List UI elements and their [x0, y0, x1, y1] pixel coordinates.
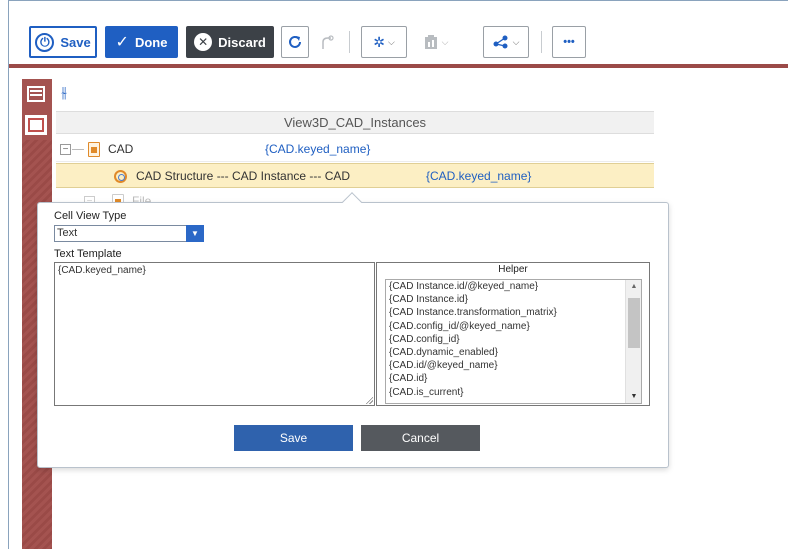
- helper-item[interactable]: {CAD.is_current}: [386, 386, 641, 399]
- redirect-icon: [322, 35, 334, 49]
- chevron-down-icon: ⌵: [512, 36, 520, 47]
- more-button[interactable]: •••: [552, 26, 586, 58]
- cell-view-type-label: Cell View Type: [54, 210, 127, 222]
- helper-item[interactable]: {CAD.id}: [386, 372, 641, 385]
- helper-item[interactable]: {CAD.id/@keyed_name}: [386, 359, 641, 372]
- done-button-label: Done: [134, 34, 168, 50]
- panel-toggle-icon[interactable]: [27, 86, 45, 102]
- cell-view-type-select[interactable]: Text ▼: [54, 225, 204, 242]
- table-view-icon: [28, 118, 44, 132]
- share-icon: [493, 35, 508, 49]
- save-icon: ⏻: [35, 32, 55, 52]
- text-template-input[interactable]: {CAD.keyed_name}: [54, 262, 375, 406]
- refresh-icon: [289, 35, 301, 48]
- close-circle-icon: ✕: [194, 33, 213, 51]
- tree-connector: [72, 149, 84, 150]
- dialog-cancel-button[interactable]: Cancel: [361, 425, 480, 451]
- resize-handle-icon[interactable]: [365, 396, 373, 404]
- helper-item[interactable]: {CAD Instance.id}: [386, 293, 641, 306]
- text-template-label: Text Template: [54, 248, 122, 260]
- helper-list[interactable]: {CAD Instance.id/@keyed_name} {CAD Insta…: [385, 279, 642, 404]
- row-keyed-name: {CAD.keyed_name}: [265, 142, 371, 156]
- helper-item[interactable]: {CAD Instance.transformation_matrix}: [386, 306, 641, 319]
- row-keyed-name: {CAD.keyed_name}: [426, 169, 532, 183]
- cad-document-icon: [88, 142, 100, 157]
- refresh-button[interactable]: [281, 26, 309, 58]
- scroll-up-arrow-icon[interactable]: ▲: [626, 283, 641, 290]
- row-label: CAD Structure --- CAD Instance --- CAD: [136, 169, 351, 183]
- grid-header: View3D_CAD_Instances: [56, 111, 654, 134]
- scrollbar-thumb[interactable]: [628, 298, 640, 348]
- toolbar-separator: [349, 31, 350, 53]
- checkmark-icon: ✓: [115, 34, 129, 51]
- toolbar: ⏻ Save ✓ Done ✕ Discard ✲ ⌵ ⌵ ⌵ •••: [9, 1, 788, 65]
- helper-item[interactable]: {CAD.dynamic_enabled}: [386, 346, 641, 359]
- tree-row-cad-structure[interactable]: CAD Structure --- CAD Instance --- CAD {…: [56, 163, 654, 188]
- save-button-label: Save: [60, 34, 91, 50]
- helper-item[interactable]: {CAD.config_id}: [386, 333, 641, 346]
- save-button[interactable]: ⏻ Save: [29, 26, 97, 58]
- row-label: CAD: [108, 142, 134, 156]
- redirect-button[interactable]: [315, 26, 339, 58]
- chevron-down-icon[interactable]: ▼: [186, 225, 204, 242]
- chevron-down-icon: ⌵: [387, 36, 395, 47]
- collapse-icon[interactable]: −: [60, 144, 71, 155]
- more-icon: •••: [563, 36, 575, 48]
- scroll-down-arrow-icon[interactable]: ▼: [626, 393, 641, 400]
- share-dropdown-button[interactable]: ⌵: [483, 26, 529, 58]
- cell-view-dialog: Cell View Type Text ▼ Text Template {CAD…: [37, 202, 669, 468]
- discard-button-label: Discard: [218, 34, 266, 50]
- network-icon: ✲: [373, 33, 385, 50]
- dialog-save-button[interactable]: Save: [234, 425, 353, 451]
- network-dropdown-button[interactable]: ✲ ⌵: [361, 26, 407, 58]
- done-button[interactable]: ✓ Done: [105, 26, 178, 58]
- helper-item[interactable]: {CAD.config_id/@keyed_name}: [386, 320, 641, 333]
- cell-view-type-value: Text: [57, 227, 78, 239]
- discard-button[interactable]: ✕ Discard: [186, 26, 274, 58]
- cad-instance-icon: [114, 170, 127, 183]
- helper-panel: Helper {CAD Instance.id/@keyed_name} {CA…: [376, 262, 650, 406]
- frame-border-left: [8, 0, 9, 549]
- column-settings-icon[interactable]: ⫳: [61, 84, 67, 101]
- toolbar-divider: [9, 64, 788, 68]
- toolbar-separator: [541, 31, 542, 53]
- helper-item[interactable]: {CAD Instance.id/@keyed_name}: [386, 280, 641, 293]
- report-dropdown-button[interactable]: ⌵: [416, 26, 456, 58]
- view-toggle-button[interactable]: [25, 115, 47, 135]
- clipboard-icon: [424, 35, 437, 49]
- helper-title: Helper: [498, 264, 528, 275]
- text-template-value: {CAD.keyed_name}: [58, 265, 146, 276]
- chevron-down-icon: ⌵: [441, 36, 449, 47]
- helper-scrollbar[interactable]: ▲ ▼: [625, 280, 641, 403]
- tree-row-cad[interactable]: − CAD {CAD.keyed_name}: [56, 137, 654, 162]
